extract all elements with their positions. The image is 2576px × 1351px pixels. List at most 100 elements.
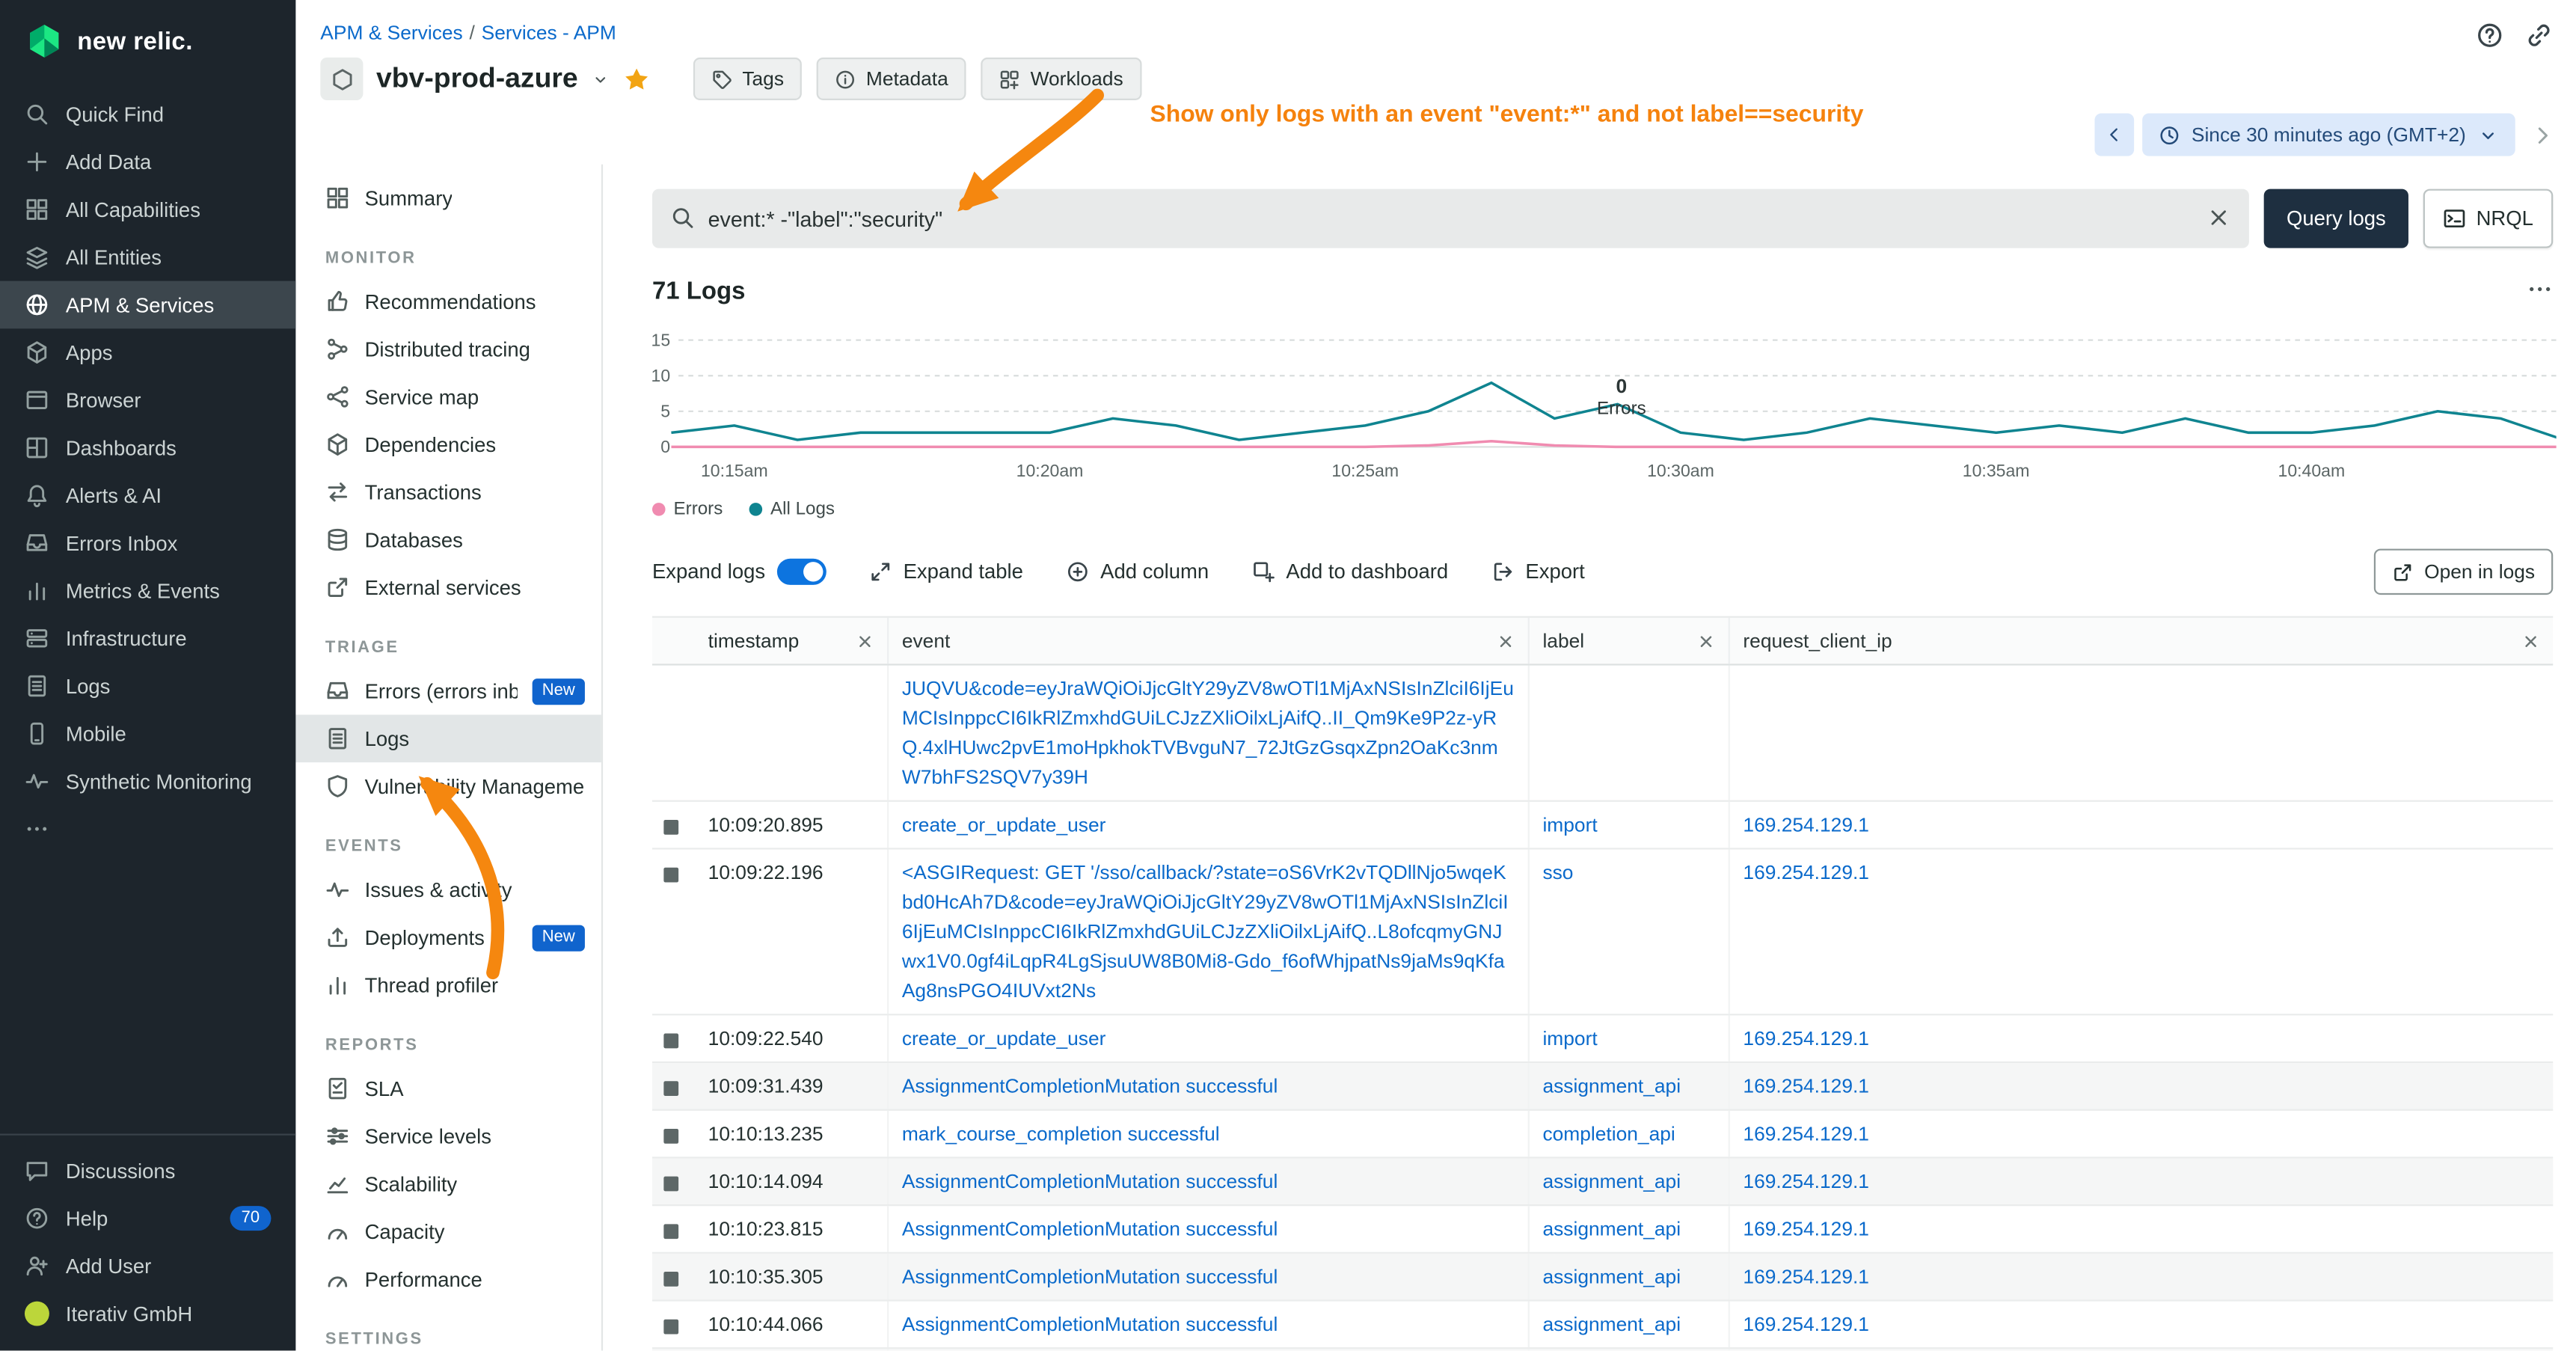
subnav-item-transactions[interactable]: Transactions: [295, 468, 601, 516]
clear-query-icon[interactable]: [2206, 206, 2230, 230]
remove-column-icon[interactable]: [1497, 632, 1515, 650]
add-column-button[interactable]: Add column: [1066, 560, 1209, 583]
column-header-request-client-ip[interactable]: request_client_ip: [1730, 618, 2553, 664]
time-forward-button[interactable]: [2524, 114, 2560, 156]
column-header-timestamp[interactable]: timestamp: [695, 618, 889, 664]
row-expand-icon[interactable]: [663, 1320, 678, 1335]
subnav-item-sla[interactable]: SLA: [295, 1064, 601, 1112]
expand-logs-toggle[interactable]: [776, 559, 826, 585]
cell-event-link[interactable]: create_or_update_user: [902, 1027, 1106, 1050]
log-query-input[interactable]: [708, 206, 2190, 231]
time-back-button[interactable]: [2094, 114, 2134, 156]
cell-event-link[interactable]: AssignmentCompletionMutation successful: [902, 1313, 1278, 1336]
sidebar-item-synthetic-monitoring[interactable]: Synthetic Monitoring: [0, 758, 295, 806]
cell-ip-link[interactable]: 169.254.129.1: [1743, 1074, 1869, 1097]
log-row[interactable]: JUQVU&code=eyJraWQiOiJjcGltY29yZV8wOTl1M…: [652, 666, 2553, 802]
log-row[interactable]: 10:09:22.540create_or_update_userimport1…: [652, 1015, 2553, 1063]
entity-caret-down-icon[interactable]: [591, 70, 609, 88]
cell-event-link[interactable]: mark_course_completion successful: [902, 1122, 1220, 1145]
breadcrumb-apm-services[interactable]: APM & Services: [320, 22, 462, 45]
sidebar-item-dashboards[interactable]: Dashboards: [0, 424, 295, 472]
add-to-dashboard-button[interactable]: Add to dashboard: [1251, 560, 1448, 583]
log-row[interactable]: 10:09:31.439AssignmentCompletionMutation…: [652, 1063, 2553, 1111]
cell-label-link[interactable]: assignment_api: [1542, 1170, 1681, 1193]
subnav-item-external-services[interactable]: External services: [295, 563, 601, 611]
subnav-item-dependencies[interactable]: Dependencies: [295, 420, 601, 468]
cell-label-link[interactable]: assignment_api: [1542, 1313, 1681, 1336]
newrelic-logo[interactable]: new relic.: [0, 0, 295, 81]
sidebar-item-infrastructure[interactable]: Infrastructure: [0, 614, 295, 662]
row-expand-icon[interactable]: [663, 1224, 678, 1239]
legend-all-logs[interactable]: All Logs: [749, 500, 835, 519]
export-button[interactable]: Export: [1491, 560, 1585, 583]
sidebar-item-add-user[interactable]: Add User: [0, 1242, 295, 1290]
subnav-item-vulnerability-management[interactable]: Vulnerability Management: [295, 762, 601, 810]
log-row[interactable]: 10:10:23.815AssignmentCompletionMutation…: [652, 1206, 2553, 1254]
subnav-item-logs[interactable]: Logs: [295, 714, 601, 762]
row-expand-icon[interactable]: [663, 820, 678, 835]
sidebar-item-iterativ-gmbh[interactable]: Iterativ GmbH: [0, 1290, 295, 1338]
pill-tags[interactable]: Tags: [693, 58, 802, 100]
row-expand-icon[interactable]: [663, 868, 678, 883]
logs-menu-button[interactable]: [2527, 276, 2553, 307]
sidebar-item-all-entities[interactable]: All Entities: [0, 233, 295, 281]
pill-metadata[interactable]: Metadata: [817, 58, 966, 100]
sidebar-item-apps[interactable]: Apps: [0, 328, 295, 376]
subnav-item-distributed-tracing[interactable]: Distributed tracing: [295, 325, 601, 373]
favorite-star-icon[interactable]: [622, 65, 650, 93]
cell-ip-link[interactable]: 169.254.129.1: [1743, 861, 1869, 884]
cell-event-link[interactable]: JUQVU&code=eyJraWQiOiJjcGltY29yZV8wOTl1M…: [902, 677, 1514, 788]
sidebar-item-discussions[interactable]: Discussions: [0, 1147, 295, 1195]
cell-ip-link[interactable]: 169.254.129.1: [1743, 1313, 1869, 1336]
cell-ip-link[interactable]: 169.254.129.1: [1743, 1265, 1869, 1288]
subnav-item-service-levels[interactable]: Service levels: [295, 1112, 601, 1160]
subnav-item-databases[interactable]: Databases: [295, 516, 601, 564]
subnav-item-service-map[interactable]: Service map: [295, 373, 601, 421]
log-row[interactable]: 10:10:35.305AssignmentCompletionMutation…: [652, 1254, 2553, 1302]
subnav-item-errors-errors-inb[interactable]: Errors (errors inb...New: [295, 667, 601, 715]
cell-ip-link[interactable]: 169.254.129.1: [1743, 1218, 1869, 1241]
log-row[interactable]: 10:10:13.235mark_course_completion succe…: [652, 1111, 2553, 1159]
subnav-item-capacity[interactable]: Capacity: [295, 1207, 601, 1255]
cell-event-link[interactable]: AssignmentCompletionMutation successful: [902, 1265, 1278, 1288]
sidebar-item-metrics-events[interactable]: Metrics & Events: [0, 567, 295, 615]
cell-label-link[interactable]: sso: [1542, 861, 1573, 884]
remove-column-icon[interactable]: [2522, 632, 2540, 650]
entity-name[interactable]: vbv-prod-azure: [376, 62, 578, 95]
cell-label-link[interactable]: assignment_api: [1542, 1074, 1681, 1097]
subnav-item-performance[interactable]: Performance: [295, 1255, 601, 1303]
expand-table-button[interactable]: Expand table: [868, 560, 1022, 583]
row-expand-icon[interactable]: [663, 1177, 678, 1192]
row-expand-icon[interactable]: [663, 1129, 678, 1144]
cell-ip-link[interactable]: 169.254.129.1: [1743, 1122, 1869, 1145]
subnav-item-deployments[interactable]: DeploymentsNew: [295, 913, 601, 961]
sidebar-item-mobile[interactable]: Mobile: [0, 710, 295, 758]
log-row[interactable]: 10:10:14.094AssignmentCompletionMutation…: [652, 1158, 2553, 1206]
remove-column-icon[interactable]: [1697, 632, 1715, 650]
cell-label-link[interactable]: import: [1542, 813, 1597, 836]
sidebar-item-browser[interactable]: Browser: [0, 376, 295, 424]
sidebar-item-errors-inbox[interactable]: Errors Inbox: [0, 519, 295, 567]
cell-label-link[interactable]: import: [1542, 1027, 1597, 1050]
cell-label-link[interactable]: assignment_api: [1542, 1218, 1681, 1241]
sidebar-item-quick-find[interactable]: Quick Find: [0, 91, 295, 138]
pill-workloads[interactable]: Workloads: [981, 58, 1141, 100]
subnav-item-scalability[interactable]: Scalability: [295, 1160, 601, 1208]
log-row[interactable]: 10:10:49.051mark_course_completion succe…: [652, 1349, 2553, 1350]
logs-chart[interactable]: 05101510:15am10:20am10:25am10:30am10:35a…: [652, 316, 2553, 486]
nrql-button[interactable]: NRQL: [2423, 189, 2553, 248]
sidebar-item-logs[interactable]: Logs: [0, 662, 295, 710]
subnav-item-thread-profiler[interactable]: Thread profiler: [295, 961, 601, 1009]
row-expand-icon[interactable]: [663, 1081, 678, 1096]
remove-column-icon[interactable]: [856, 632, 874, 650]
row-expand-icon[interactable]: [663, 1272, 678, 1287]
cell-label-link[interactable]: completion_api: [1542, 1122, 1675, 1145]
cell-event-link[interactable]: <ASGIRequest: GET '/sso/callback/?state=…: [902, 861, 1509, 1002]
help-circle-icon[interactable]: [2476, 22, 2503, 49]
sidebar-item-help[interactable]: Help70: [0, 1195, 295, 1243]
breadcrumb-services-apm[interactable]: Services - APM: [482, 22, 616, 45]
log-row[interactable]: 10:09:22.196<ASGIRequest: GET '/sso/call…: [652, 850, 2553, 1016]
cell-ip-link[interactable]: 169.254.129.1: [1743, 1027, 1869, 1050]
row-expand-icon[interactable]: [663, 1034, 678, 1049]
cell-ip-link[interactable]: 169.254.129.1: [1743, 1170, 1869, 1193]
